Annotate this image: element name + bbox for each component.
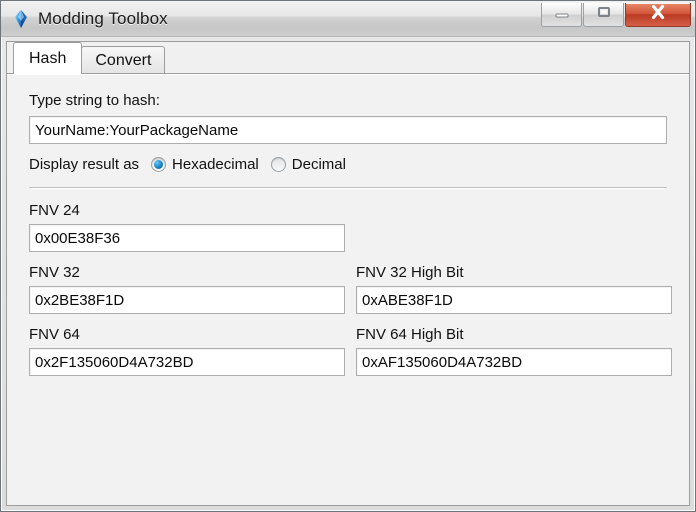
caption-button-group [540,3,691,27]
fnv64-high-bit-label: FNV 64 High Bit [356,326,464,343]
result-row-fnv24: FNV 24 0x00E38F36 [29,202,667,264]
application-window: Modding Toolbox Hash Convert Type string… [0,0,696,512]
fnv64-high-bit-output[interactable]: 0xAF135060D4A732BD [356,348,672,376]
radio-hexadecimal-label: Hexadecimal [172,156,259,173]
section-divider [29,187,667,189]
fnv32-high-bit-value: 0xABE38F1D [362,291,453,309]
fnv64-label: FNV 64 [29,326,80,343]
hash-input-label: Type string to hash: [29,92,160,109]
fnv24-label: FNV 24 [29,202,80,219]
tab-hash-label: Hash [29,49,67,67]
radio-decimal-label: Decimal [291,156,346,173]
tab-convert-label: Convert [95,51,152,69]
window-title: Modding Toolbox [38,8,168,28]
result-row-fnv32: FNV 32 0x2BE38F1D FNV 32 High Bit 0xABE3… [29,264,672,326]
client-area: Hash Convert Type string to hash: YourNa… [6,41,690,506]
result-row-fnv64: FNV 64 0x2F135060D4A732BD FNV 64 High Bi… [29,326,672,388]
radio-hexadecimal[interactable]: Hexadecimal [151,156,259,173]
minimize-button[interactable] [541,3,582,27]
fnv32-high-bit-output[interactable]: 0xABE38F1D [356,286,672,314]
fnv32-value: 0x2BE38F1D [35,291,125,309]
fnv64-output[interactable]: 0x2F135060D4A732BD [29,348,345,376]
maximize-icon [596,5,612,24]
close-icon [648,3,668,26]
fnv24-output[interactable]: 0x00E38F36 [29,224,345,252]
maximize-button[interactable] [583,3,624,27]
radio-hexadecimal-dot [151,157,167,172]
display-result-as-row: Display result as Hexadecimal Decimal [29,156,667,173]
tab-strip: Hash Convert [7,42,689,74]
plumbob-diamond-icon [10,8,32,30]
tab-page-hash: Type string to hash: YourName:YourPackag… [7,73,689,505]
fnv24-value: 0x00E38F36 [35,229,121,247]
fnv32-high-bit-label: FNV 32 High Bit [356,264,464,281]
tab-hash[interactable]: Hash [13,42,83,74]
tab-convert[interactable]: Convert [81,46,166,74]
hash-input[interactable]: YourName:YourPackageName [29,116,667,144]
fnv64-value: 0x2F135060D4A732BD [35,353,194,371]
hash-input-value: YourName:YourPackageName [35,121,239,139]
fnv64-high-bit-value: 0xAF135060D4A732BD [362,353,523,371]
title-bar: Modding Toolbox [1,1,695,37]
close-button[interactable] [625,3,691,27]
radio-decimal[interactable]: Decimal [270,156,346,173]
radio-decimal-dot [270,157,286,172]
fnv32-output[interactable]: 0x2BE38F1D [29,286,345,314]
fnv32-label: FNV 32 [29,264,80,281]
minimize-icon [554,6,570,24]
display-result-as-label: Display result as [29,156,140,173]
